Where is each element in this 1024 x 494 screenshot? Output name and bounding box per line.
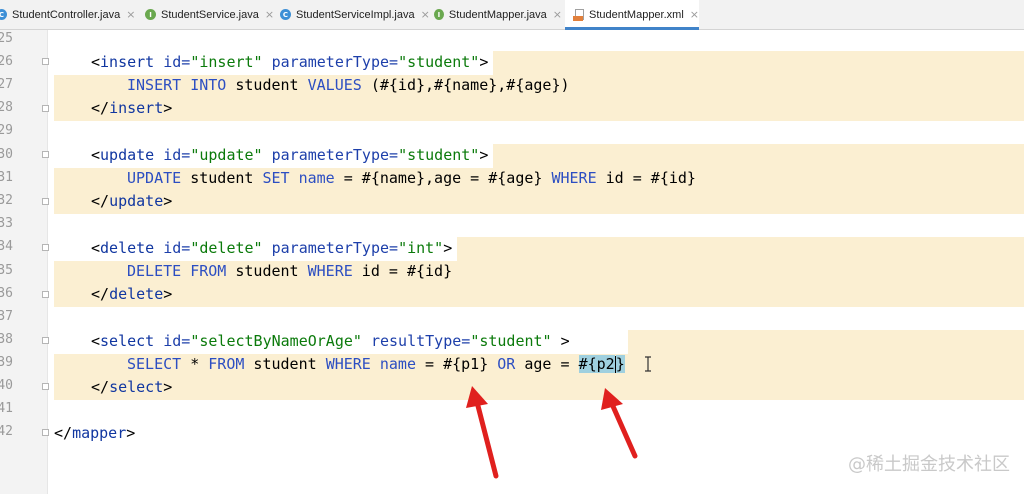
code-line-26: <insert id="insert" parameterType="stude… (91, 53, 489, 71)
code-line-38: <select id="selectByNameOrAge" resultTyp… (91, 332, 570, 350)
annotation-arrow-icon (466, 386, 499, 479)
class-icon: C (280, 9, 291, 20)
line-number: 29 (0, 123, 13, 138)
injected-language-highlight (628, 330, 1024, 354)
tab-student-service-impl[interactable]: C StudentServiceImpl.java × (280, 0, 430, 29)
line-number: 27 (0, 77, 13, 92)
class-icon: C (0, 9, 7, 20)
code-line-30: <update id="update" parameterType="stude… (91, 146, 489, 164)
line-number: 28 (0, 100, 13, 115)
tab-label: StudentMapper.java (448, 8, 547, 21)
annotation-arrow-icon (601, 388, 638, 459)
watermark: @稀土掘金技术社区 (848, 454, 1010, 475)
injected-language-highlight (457, 237, 1024, 261)
code-line-28: </insert> (91, 99, 173, 117)
code-line-39: SELECT * FROM student WHERE name = #{p1}… (127, 355, 625, 373)
tab-label: StudentServiceImpl.java (296, 8, 415, 21)
tab-label: StudentMapper.xml (589, 8, 684, 21)
code-line-31: UPDATE student SET name = #{name},age = … (127, 169, 696, 187)
line-number: 31 (0, 170, 13, 185)
close-icon[interactable]: × (553, 8, 562, 21)
tab-student-mapper-java[interactable]: I StudentMapper.java × (434, 0, 562, 29)
close-icon[interactable]: × (690, 8, 699, 21)
text-cursor-icon (645, 356, 651, 372)
selected-parameter: #{p2 (578, 355, 615, 373)
line-number: 26 (0, 54, 13, 69)
injected-language-highlight (493, 144, 1024, 168)
line-number: 30 (0, 147, 13, 162)
injected-language-highlight (493, 51, 1024, 75)
close-icon[interactable]: × (421, 8, 430, 21)
interface-icon: I (434, 9, 444, 20)
tab-label: StudentService.java (161, 8, 259, 21)
code-line-36: </delete> (91, 285, 173, 303)
interface-icon: I (145, 9, 156, 20)
line-number: 38 (0, 332, 13, 347)
line-number: 37 (0, 309, 13, 324)
line-number: 33 (0, 216, 13, 231)
line-number-gutter: 25 26 27 28 29 30 31 32 33 34 35 36 37 3… (0, 30, 49, 494)
code-line-32: </update> (91, 192, 173, 210)
close-icon[interactable]: × (126, 8, 135, 21)
close-icon[interactable]: × (265, 8, 274, 21)
code-line-35: DELETE FROM student WHERE id = #{id} (127, 262, 453, 280)
line-number: 40 (0, 378, 13, 393)
editor-tab-bar: C StudentController.java × I StudentServ… (0, 0, 1024, 30)
xml-file-icon (573, 8, 584, 21)
tab-student-controller[interactable]: C StudentController.java × (0, 0, 138, 29)
code-line-40: </select> (91, 378, 173, 396)
tab-student-service[interactable]: I StudentService.java × (145, 0, 275, 29)
line-number: 42 (0, 424, 13, 439)
line-number: 41 (0, 401, 13, 416)
code-line-34: <delete id="delete" parameterType="int"> (91, 239, 453, 257)
tab-label: StudentController.java (12, 8, 121, 21)
line-number: 34 (0, 239, 13, 254)
line-number: 35 (0, 263, 13, 278)
line-number: 39 (0, 355, 13, 370)
code-line-42: </mapper> (54, 424, 136, 442)
code-line-27: INSERT INTO student VALUES (#{id},#{name… (127, 76, 570, 94)
line-number: 25 (0, 31, 13, 46)
tab-student-mapper-xml[interactable]: StudentMapper.xml × (565, 0, 699, 30)
line-number: 32 (0, 193, 13, 208)
line-number: 36 (0, 286, 13, 301)
code-editor[interactable]: <insert id="insert" parameterType="stude… (48, 30, 1024, 494)
